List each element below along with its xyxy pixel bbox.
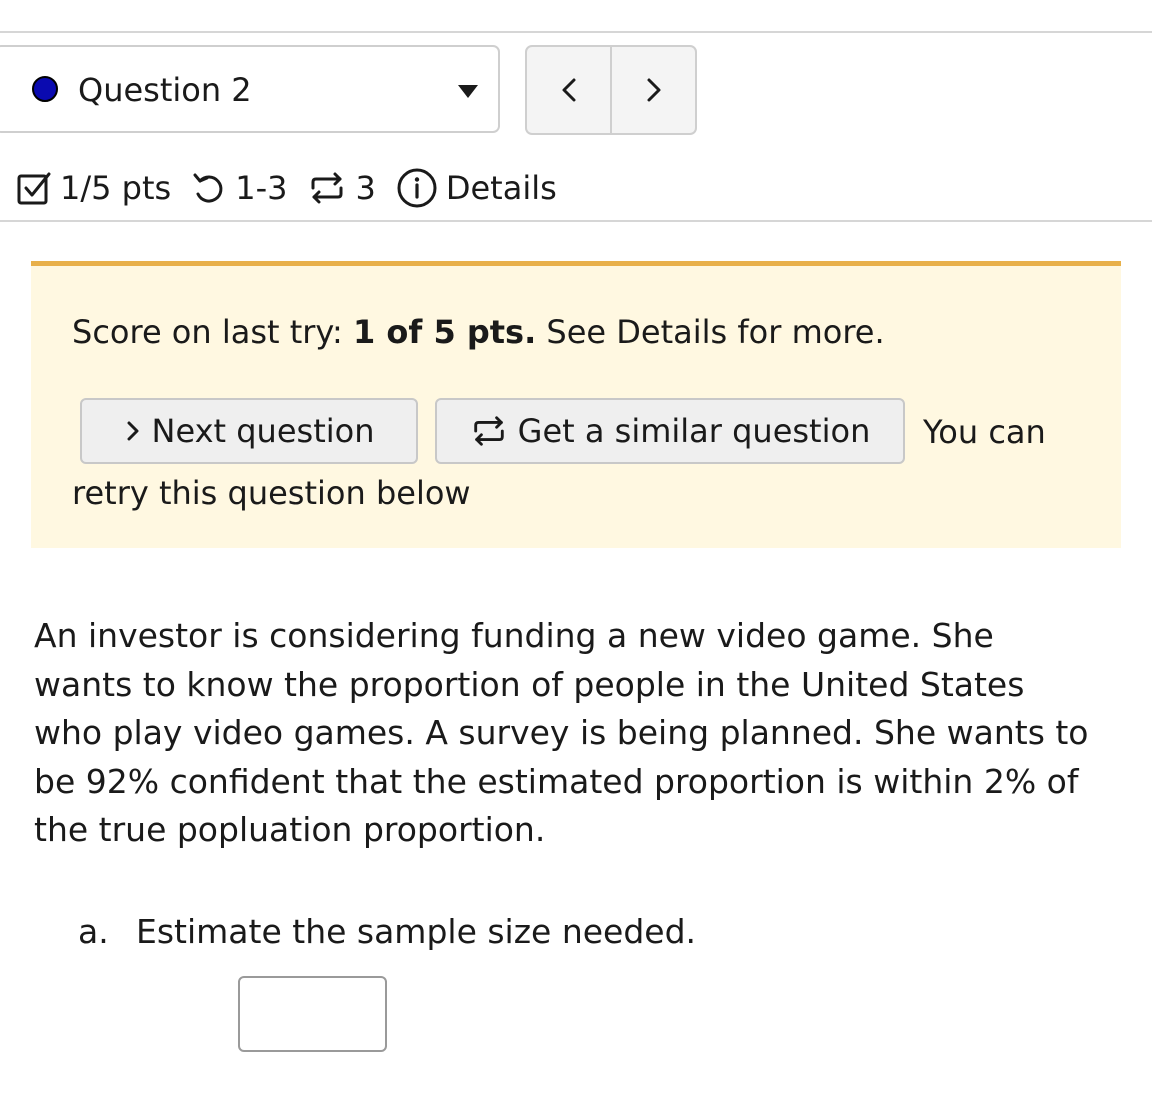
part-a-letter: a. (78, 912, 109, 951)
problem-line: be 92% confident that the estimated prop… (34, 761, 1079, 801)
retry-text-end: retry this question below (72, 474, 471, 512)
attempts-value: 1-3 (235, 169, 288, 207)
question-meta-row: 1/5 pts 1-3 3 Details (16, 166, 557, 210)
score-value: 1 of 5 pts. (352, 313, 537, 351)
retry-text-start: You can (923, 413, 1046, 451)
next-question-nav-button[interactable] (610, 47, 695, 133)
caret-down-icon (458, 85, 478, 98)
chevron-right-icon (647, 78, 660, 102)
score-suffix: See Details for more. (546, 313, 885, 351)
points-value: 1/5 pts (60, 169, 172, 207)
score-line: Score on last try: 1 of 5 pts. See Detai… (72, 312, 885, 352)
problem-statement: An investor is considering funding a new… (34, 612, 1124, 855)
details-link[interactable]: Details (446, 169, 557, 207)
chevron-right-icon (124, 418, 142, 444)
problem-line: An investor is considering funding a new… (34, 616, 994, 655)
problem-line: wants to know the proportion of people i… (34, 664, 1025, 704)
problem-line: who play video games. A survey is being … (34, 713, 1089, 752)
chevron-left-icon (562, 78, 575, 102)
top-divider (0, 31, 1152, 33)
checkbox-icon (16, 170, 52, 206)
part-a-prompt: a. Estimate the sample size needed. (78, 910, 696, 954)
next-question-button[interactable]: Next question (80, 398, 418, 464)
repeat-icon (470, 413, 508, 449)
score-prefix: Score on last try: (72, 313, 343, 351)
repeat-icon (307, 170, 347, 206)
info-icon[interactable] (396, 167, 438, 209)
question-label: Question 2 (78, 71, 252, 109)
question-status-dot (32, 76, 58, 102)
sample-size-input[interactable] (238, 976, 387, 1052)
part-a-text: Estimate the sample size needed. (136, 912, 697, 951)
previous-question-button[interactable] (527, 47, 610, 133)
next-question-label: Next question (151, 412, 375, 450)
undo-icon (191, 170, 227, 206)
similar-question-label: Get a similar question (517, 412, 871, 450)
problem-line: the true popluation proportion. (34, 810, 546, 849)
versions-value: 3 (355, 169, 376, 207)
question-dropdown[interactable]: Question 2 (0, 45, 500, 133)
meta-divider (0, 220, 1152, 222)
question-nav-group (525, 45, 697, 135)
score-notice: Score on last try: 1 of 5 pts. See Detai… (31, 261, 1121, 548)
similar-question-button[interactable]: Get a similar question (435, 398, 905, 464)
